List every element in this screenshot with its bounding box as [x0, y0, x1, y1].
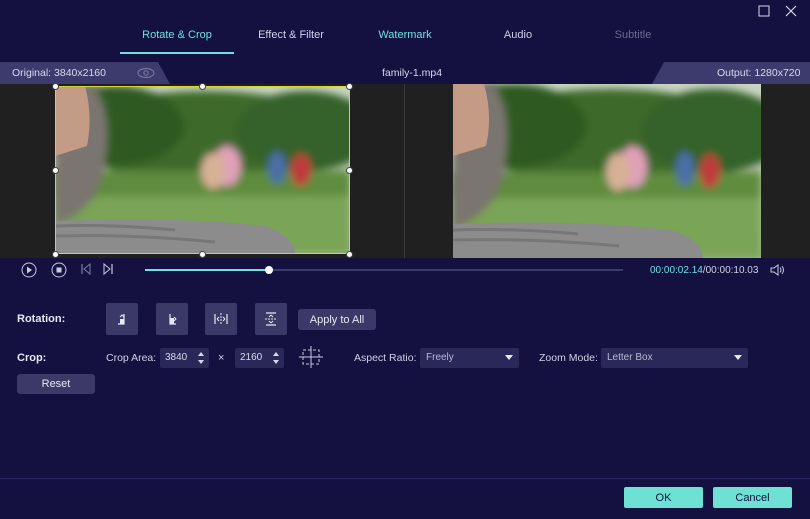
crop-width-input[interactable]: 3840 [160, 348, 209, 368]
times-sign: × [218, 352, 225, 364]
crop-box[interactable] [55, 86, 350, 254]
reset-button[interactable]: Reset [17, 374, 95, 394]
tab-bar: Rotate & Crop Effect & Filter Watermark … [0, 22, 810, 54]
tab-rotate-crop[interactable]: Rotate & Crop [120, 22, 234, 54]
progress-track[interactable] [145, 266, 623, 274]
eye-icon[interactable] [137, 66, 155, 83]
progress-thumb[interactable] [265, 266, 274, 274]
total-time: /00:00:10.03 [702, 265, 759, 276]
file-name: family-1.mp4 [382, 67, 443, 79]
height-stepper-icon[interactable] [272, 350, 280, 366]
zoom-mode-value: Letter Box [607, 352, 653, 363]
current-time: 00:00:02.14 [650, 265, 703, 276]
zoom-mode-select[interactable]: Letter Box [601, 348, 748, 368]
rotate-right-icon [169, 314, 177, 325]
footer-divider [0, 478, 810, 479]
rotate-left-icon [118, 314, 125, 325]
stop-icon[interactable] [51, 262, 67, 278]
progress-fill [145, 269, 270, 271]
crop-handle-right[interactable] [346, 167, 353, 174]
chevron-down-icon [505, 355, 513, 360]
crop-handle-bottom[interactable] [199, 251, 206, 258]
rotate-right-button[interactable] [156, 303, 188, 335]
chevron-down-icon [734, 355, 742, 360]
aspect-ratio-select[interactable]: Freely [420, 348, 519, 368]
crop-width-value: 3840 [165, 352, 188, 363]
rotate-left-button[interactable] [106, 303, 138, 335]
width-stepper-icon[interactable] [197, 350, 205, 366]
maximize-icon[interactable] [756, 3, 772, 19]
next-frame-icon[interactable] [101, 262, 115, 276]
crop-handle-left[interactable] [52, 167, 59, 174]
close-icon[interactable] [783, 3, 799, 19]
output-resolution: Output: 1280x720 [717, 67, 801, 79]
aspect-ratio-value: Freely [426, 352, 454, 363]
playback-controls: 00:00:02.14/00:00:10.03 [0, 258, 810, 282]
time-display: 00:00:02.14/00:00:10.03 [650, 265, 758, 276]
cancel-button[interactable]: Cancel [713, 487, 792, 508]
preview-divider [404, 84, 405, 258]
tab-subtitle[interactable]: Subtitle [606, 22, 660, 54]
play-icon[interactable] [21, 262, 37, 278]
flip-vertical-icon [265, 312, 277, 326]
zoom-mode-label: Zoom Mode: [539, 352, 598, 364]
volume-icon[interactable] [770, 263, 786, 277]
crop-height-input[interactable]: 2160 [235, 348, 284, 368]
crop-area-label: Crop Area: [106, 352, 157, 364]
apply-to-all-button[interactable]: Apply to All [298, 309, 376, 330]
previous-frame-icon[interactable] [79, 262, 93, 276]
center-crop-icon[interactable] [297, 345, 325, 372]
flip-vertical-button[interactable] [255, 303, 287, 335]
title-bar [0, 0, 810, 22]
crop-label: Crop: [17, 352, 47, 364]
ok-button[interactable]: OK [624, 487, 703, 508]
tab-watermark[interactable]: Watermark [368, 22, 442, 54]
tab-effect-filter[interactable]: Effect & Filter [248, 22, 334, 54]
tab-audio[interactable]: Audio [494, 22, 542, 54]
info-bar: Original: 3840x2160 family-1.mp4 Output:… [0, 62, 810, 84]
crop-handle-top-right[interactable] [346, 83, 353, 90]
crop-handle-bottom-left[interactable] [52, 251, 59, 258]
original-resolution: Original: 3840x2160 [12, 67, 106, 79]
crop-handle-top-left[interactable] [52, 83, 59, 90]
aspect-ratio-label: Aspect Ratio: [354, 352, 417, 364]
crop-handle-bottom-right[interactable] [346, 251, 353, 258]
crop-height-value: 2160 [240, 352, 263, 363]
flip-horizontal-icon [214, 313, 228, 325]
output-video-frame [453, 84, 761, 258]
rotation-label: Rotation: [17, 313, 66, 325]
crop-handle-top[interactable] [199, 83, 206, 90]
flip-horizontal-button[interactable] [205, 303, 237, 335]
